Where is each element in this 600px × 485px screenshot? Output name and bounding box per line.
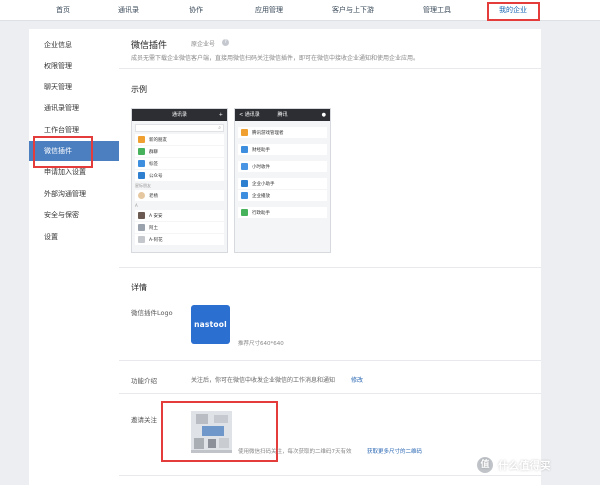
watermark: 值 什么值得买: [477, 457, 551, 473]
sidebar-item-permissions[interactable]: 权限管理: [29, 56, 120, 76]
list-item: 腾讯游戏管理者: [238, 127, 327, 138]
nav-customers[interactable]: 客户与上下游: [332, 5, 374, 15]
app-icon: [241, 209, 248, 216]
page-title-sub: 原企业号: [191, 41, 216, 48]
phone-header: < 通讯录 腾讯 ●: [235, 109, 330, 121]
divider: [119, 475, 541, 476]
list-item: A-阿花: [135, 234, 224, 245]
list-item: 标签: [135, 158, 224, 169]
avatar: [138, 224, 145, 231]
details-section-label: 详情: [131, 283, 147, 292]
nav-management-tools[interactable]: 管理工具: [423, 5, 451, 15]
list-group-header: A: [135, 203, 138, 208]
list-item: 企业播放: [238, 190, 327, 201]
tag-icon: [138, 160, 145, 167]
divider: [119, 68, 541, 69]
search-icon: ⌕: [218, 125, 221, 131]
list-item: 小时收件: [238, 161, 327, 172]
sidebar-item-enterprise-info[interactable]: 企业信息: [29, 35, 120, 55]
highlight-box-sidebar: [33, 136, 93, 168]
list-item: A 安安: [135, 210, 224, 221]
list-item: 财经助手: [238, 144, 327, 155]
list-item: 群聊: [135, 146, 224, 157]
nav-contacts[interactable]: 通讯录: [118, 5, 139, 15]
nav-app-management[interactable]: 应用管理: [255, 5, 283, 15]
list-item: 阿土: [135, 222, 224, 233]
example-phone-enterprise: < 通讯录 腾讯 ● 腾讯游戏管理者 财经助手 小时收件 企业小助手 企业播放 …: [234, 108, 331, 253]
list-item: 企业小助手: [238, 178, 327, 189]
plugin-logo: nastool: [191, 305, 230, 344]
highlight-box-nav: [487, 2, 540, 21]
app-icon: [241, 129, 248, 136]
logo-label: 微信插件Logo: [131, 309, 173, 317]
app-icon: [241, 146, 248, 153]
watermark-text: 什么值得买: [498, 459, 551, 472]
logo-size-hint: 推荐尺寸640*640: [238, 341, 284, 347]
phone-search: ⌕: [135, 124, 224, 132]
divider: [119, 267, 541, 268]
phone-title: 腾讯: [277, 112, 288, 118]
watermark-icon: 值: [477, 457, 493, 473]
example-phone-contacts: 通讯录 + ⌕ 新的朋友 群聊 标签 公众号 星标朋友 老杨 A A 安安 阿土…: [131, 108, 228, 253]
sidebar-item-chat-management[interactable]: 聊天管理: [29, 77, 120, 97]
list-item: 公众号: [135, 170, 224, 181]
add-contact-icon: +: [218, 112, 223, 118]
app-icon: [241, 163, 248, 170]
example-section-label: 示例: [131, 85, 147, 94]
intro-text: 关注后，你可在微信中收发企业微信的工作消息和通知: [191, 377, 336, 384]
phone-header: 通讯录 +: [132, 109, 227, 121]
invite-label: 邀请关注: [131, 416, 157, 424]
nav-collaboration[interactable]: 协作: [189, 5, 203, 15]
main-panel: 微信插件 原企业号 ? 成员无需下载企业微信客户端，直接用微信扫码关注微信插件，…: [119, 29, 541, 485]
group-chat-icon: [138, 148, 145, 155]
new-friends-icon: [138, 136, 145, 143]
avatar: [138, 236, 145, 243]
app-icon: [241, 180, 248, 187]
avatar: [138, 212, 145, 219]
divider: [119, 360, 541, 361]
page-title: 微信插件: [131, 41, 168, 51]
intro-label: 功能介绍: [131, 377, 157, 385]
list-item: 老杨: [135, 190, 224, 201]
more-qr-sizes-link[interactable]: 获取更多尺寸的二维码: [367, 447, 422, 455]
app-icon: [241, 192, 248, 199]
avatar: [138, 192, 145, 199]
list-group-header: 星标朋友: [135, 182, 151, 188]
official-account-icon: [138, 172, 145, 179]
page-description: 成员无需下载企业微信客户端，直接用微信扫码关注微信插件，即可在微信中接收企业通知…: [131, 55, 420, 62]
top-nav: 首页 通讯录 协作 应用管理 客户与上下游 管理工具 我的企业: [0, 0, 600, 21]
nav-home[interactable]: 首页: [56, 5, 70, 15]
sidebar-item-security[interactable]: 安全与保密: [29, 205, 120, 225]
phone-back: < 通讯录: [239, 112, 260, 118]
profile-icon: ●: [321, 112, 326, 118]
phone-title: 通讯录: [171, 112, 187, 118]
divider: [119, 393, 541, 394]
list-item: 新的朋友: [135, 134, 224, 145]
list-item: 行政助手: [238, 207, 327, 218]
qr-hint: 使用微信扫码关注，每次获取的二维码7天有效: [238, 449, 352, 455]
sidebar-item-external-communication[interactable]: 外部沟通管理: [29, 184, 120, 204]
sidebar-item-settings[interactable]: 设置: [29, 227, 120, 247]
edit-intro-link[interactable]: 修改: [351, 375, 363, 384]
sidebar-item-contacts-management[interactable]: 通讯录管理: [29, 98, 120, 118]
help-icon[interactable]: ?: [222, 39, 229, 46]
sidebar: 企业信息 权限管理 聊天管理 通讯录管理 工作台管理 微信插件 申请加入设置 外…: [29, 29, 120, 485]
